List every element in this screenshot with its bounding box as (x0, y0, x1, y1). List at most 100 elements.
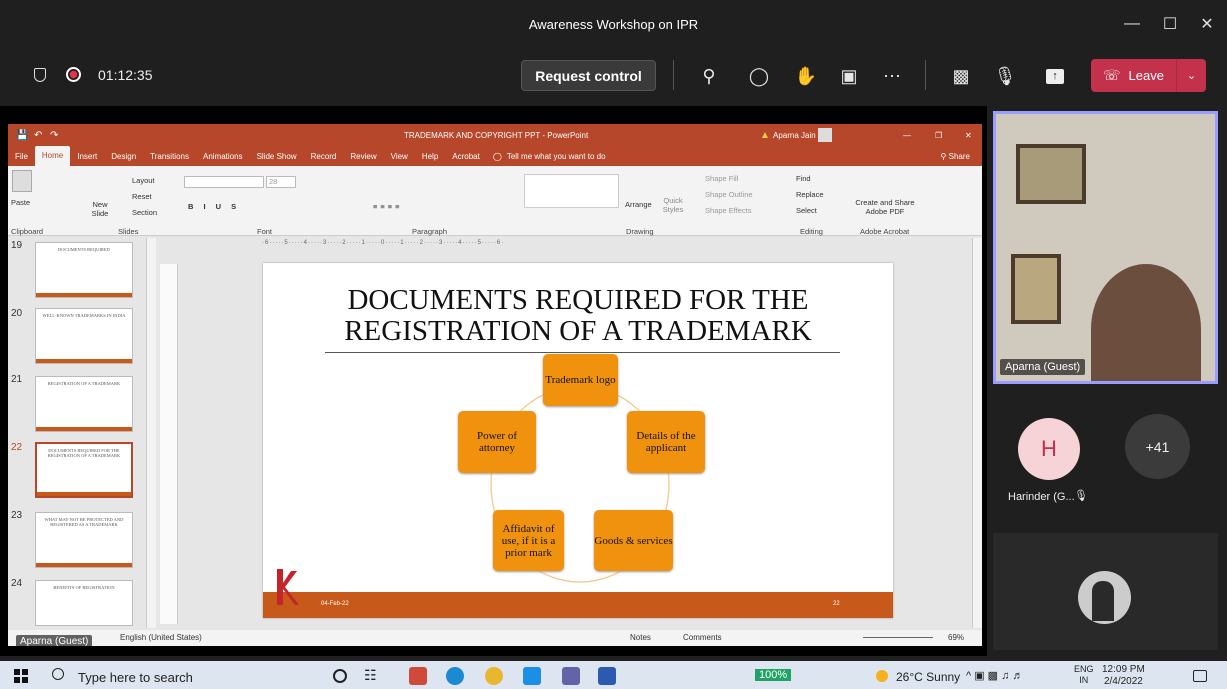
powerpoint-window: 💾 ↶ ↷ TRADEMARK AND COPYRIGHT PPT - Powe… (8, 124, 982, 646)
weather-text[interactable]: 26°C Sunny (896, 670, 960, 684)
tab-animations[interactable]: Animations (196, 152, 250, 161)
avatar[interactable]: H (1018, 418, 1080, 480)
tab-file[interactable]: File (8, 152, 35, 161)
paste-icon[interactable] (12, 170, 32, 192)
font-size-select[interactable]: 28 (266, 176, 296, 188)
maximize-button[interactable]: ☐ (1150, 0, 1190, 48)
arrange-button[interactable]: Arrange (625, 200, 652, 209)
task-view-icon[interactable]: ☷ (364, 667, 377, 684)
tab-review[interactable]: Review (343, 152, 383, 161)
tab-insert[interactable]: Insert (70, 152, 104, 161)
tab-help[interactable]: Help (415, 152, 445, 161)
share-button[interactable]: ⚲ Share (941, 152, 970, 161)
tab-view[interactable]: View (384, 152, 415, 161)
editor-scrollbar[interactable] (972, 238, 982, 628)
slide-canvas[interactable]: DOCUMENTS REQUIRED FOR THE REGISTRATION … (263, 263, 893, 618)
create-pdf-button[interactable]: Create and Share Adobe PDF (850, 198, 920, 216)
app-icon[interactable] (523, 667, 541, 685)
search-icon[interactable] (52, 668, 64, 680)
slide-thumbnail-19[interactable]: DOCUMENTS REQUIRED (35, 242, 133, 298)
tab-home[interactable]: Home (34, 146, 71, 166)
tray-icons[interactable]: ^ ▣ ▩ ♫ ♬ (966, 669, 1023, 682)
rooms-icon[interactable]: ▣ (834, 62, 864, 90)
chevron-down-icon[interactable]: ⌄ (1176, 59, 1206, 92)
shapes-gallery[interactable] (524, 174, 619, 208)
comments-button[interactable]: Comments (683, 633, 722, 642)
share-icon[interactable]: ↑ (1040, 62, 1070, 90)
zoom-level[interactable]: 69% (948, 633, 964, 642)
slide-thumbnail-23[interactable]: WHAT MAY NOT BE PROTECTED AND REGISTERED… (35, 512, 133, 568)
lang-code: ENG (1074, 664, 1094, 674)
leave-button[interactable]: ☏ Leave ⌄ (1091, 59, 1206, 92)
wall-frame (1011, 254, 1061, 324)
word-icon[interactable] (598, 667, 616, 685)
mcafee-icon[interactable] (409, 667, 427, 685)
tab-acrobat[interactable]: Acrobat (445, 152, 487, 161)
windows-start-icon[interactable] (14, 669, 28, 683)
phone-icon: ☏ (1103, 67, 1121, 83)
participant-video[interactable]: Aparna (Guest) (993, 111, 1218, 384)
layout-button[interactable]: Layout (132, 176, 155, 185)
chat-icon[interactable]: ◯ (744, 62, 774, 90)
ppt-restore-button[interactable]: ❐ (935, 131, 942, 140)
record-icon (66, 67, 81, 82)
tab-transitions[interactable]: Transitions (143, 152, 196, 161)
save-icon[interactable]: 💾 (16, 130, 28, 141)
font-name-select[interactable] (184, 176, 264, 188)
thumbnail-scrollbar[interactable] (146, 238, 156, 628)
footer-page-number: 22 (833, 601, 840, 607)
redo-icon[interactable]: ↷ (50, 130, 58, 141)
more-icon[interactable]: ⋯ (877, 62, 907, 90)
minimize-button[interactable]: — (1112, 0, 1152, 48)
language-status[interactable]: English (United States) (120, 633, 202, 642)
taskbar-search[interactable]: Type here to search (78, 670, 193, 685)
mic-off-icon[interactable]: 🎙 (990, 62, 1020, 90)
tab-slide-show[interactable]: Slide Show (250, 152, 304, 161)
notes-button[interactable]: Notes (630, 633, 651, 642)
slide-thumbnail-22[interactable]: DOCUMENTS REQUIRED FOR THE REGISTRATION … (35, 442, 133, 498)
raise-hand-icon[interactable]: ✋ (791, 62, 821, 90)
quick-styles-button[interactable]: Quick Styles (660, 196, 686, 214)
language-indicator[interactable]: ENG IN (1074, 664, 1094, 686)
chrome-icon[interactable] (485, 667, 503, 685)
tab-record[interactable]: Record (304, 152, 344, 161)
zoom-slider[interactable] (863, 637, 933, 638)
shape-outline-button[interactable]: Shape Outline (705, 190, 753, 199)
wall-frame (1016, 144, 1086, 204)
paste-button[interactable]: Paste (11, 198, 30, 207)
thumb-footer (36, 293, 132, 297)
more-count: +41 (1145, 438, 1170, 455)
battery-indicator[interactable]: 100% (755, 669, 792, 681)
edge-icon[interactable] (446, 667, 464, 685)
tab-design[interactable]: Design (104, 152, 143, 161)
tell-me-input[interactable]: Tell me what you want to do (507, 152, 606, 161)
section-button[interactable]: Section (132, 208, 157, 217)
shape-fill-button[interactable]: Shape Fill (705, 174, 738, 183)
paragraph-buttons[interactable]: ≡≡≡≡ (373, 202, 403, 211)
slide-thumbnail-20[interactable]: WELL-KNOWN TRADEMARKS IN INDIA (35, 308, 133, 364)
teams-icon[interactable] (562, 667, 580, 685)
request-control-button[interactable]: Request control (521, 60, 656, 91)
font-format-buttons[interactable]: B I U S (188, 202, 240, 211)
shape-effects-button[interactable]: Shape Effects (705, 206, 752, 215)
clock[interactable]: 12:09 PM 2/4/2022 (1102, 664, 1145, 688)
replace-button[interactable]: Replace (796, 190, 824, 199)
find-button[interactable]: Find (796, 174, 811, 183)
shield-icon (34, 68, 46, 82)
reset-button[interactable]: Reset (132, 192, 152, 201)
close-button[interactable]: ✕ (1187, 0, 1227, 48)
select-button[interactable]: Select (796, 206, 817, 215)
ppt-close-button[interactable]: ✕ (965, 131, 972, 140)
slide-thumbnail-24[interactable]: BENEFITS OF REGISTRATION (35, 580, 133, 626)
cortana-icon[interactable] (333, 669, 347, 683)
new-slide-button[interactable]: New Slide (88, 200, 112, 218)
person-silhouette (1091, 264, 1201, 381)
person-silhouette (1092, 581, 1114, 621)
ppt-minimize-button[interactable]: — (903, 131, 911, 140)
more-participants-button[interactable]: +41 (1125, 414, 1190, 479)
undo-icon[interactable]: ↶ (34, 130, 42, 141)
slide-thumbnail-21[interactable]: REGISTRATION OF A TRADEMARK (35, 376, 133, 432)
camera-off-icon[interactable]: ▩ (946, 62, 976, 90)
notification-icon[interactable] (1193, 670, 1207, 682)
people-icon[interactable]: ⚲ (694, 62, 724, 90)
